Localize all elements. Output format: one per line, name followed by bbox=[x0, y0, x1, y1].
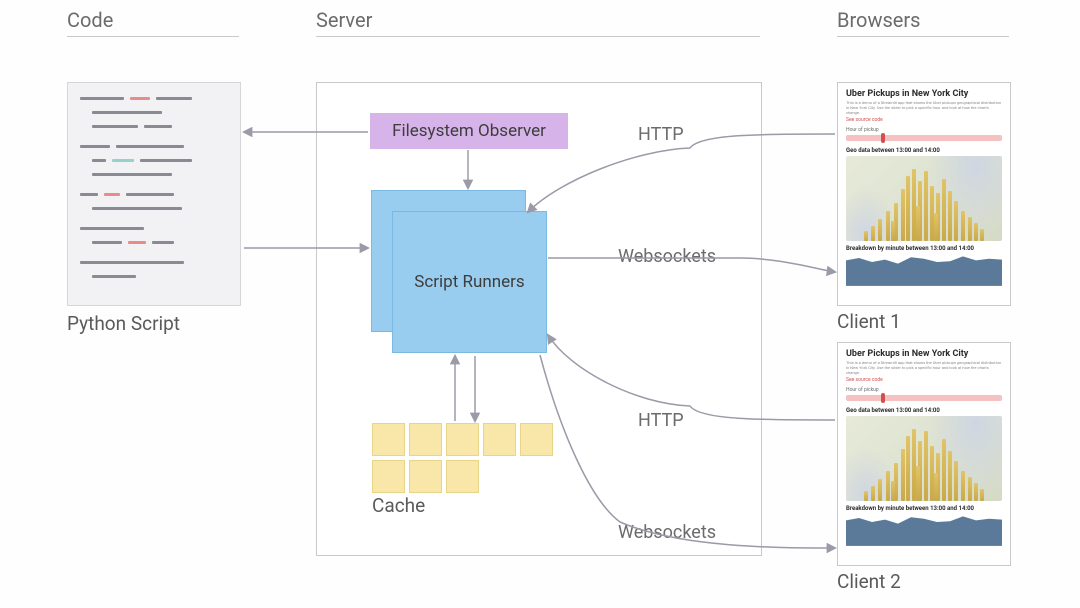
cache-grid bbox=[372, 423, 553, 493]
code-editor-box bbox=[67, 82, 241, 306]
browser-client-2: Uber Pickups in New York City This is a d… bbox=[837, 342, 1011, 566]
browser-map bbox=[846, 156, 1002, 241]
browser-title: Uber Pickups in New York City bbox=[846, 89, 1002, 99]
label-websockets-1: Websockets bbox=[618, 246, 716, 267]
label-http-1: HTTP bbox=[638, 124, 684, 145]
browser-hour-label: Hour of pickup bbox=[846, 387, 1002, 393]
script-runners-label: Script Runners bbox=[414, 272, 524, 292]
section-title-server: Server bbox=[316, 8, 372, 32]
cache-cell bbox=[409, 460, 442, 493]
caption-python-script: Python Script bbox=[67, 312, 180, 335]
browser-slider bbox=[846, 135, 1002, 141]
caption-cache: Cache bbox=[372, 494, 425, 517]
filesystem-observer-label: Filesystem Observer bbox=[392, 121, 546, 141]
browser-desc: This is a demo of a Streamlit app that s… bbox=[846, 101, 1002, 115]
label-websockets-2: Websockets bbox=[618, 522, 716, 543]
browser-source-link: See source code bbox=[846, 117, 1002, 123]
browser-hour-label: Hour of pickup bbox=[846, 127, 1002, 133]
cache-cell bbox=[446, 460, 479, 493]
section-title-code: Code bbox=[67, 8, 113, 32]
cache-cell bbox=[409, 423, 442, 456]
browser-slider bbox=[846, 395, 1002, 401]
browser-minute-chart bbox=[846, 254, 1002, 286]
browser-breakdown-head: Breakdown by minute between 13:00 and 14… bbox=[846, 505, 1002, 512]
cache-cell bbox=[372, 460, 405, 493]
browser-source-link: See source code bbox=[846, 377, 1002, 383]
browser-title: Uber Pickups in New York City bbox=[846, 349, 1002, 359]
browser-minute-chart bbox=[846, 514, 1002, 546]
browser-breakdown-head: Breakdown by minute between 13:00 and 14… bbox=[846, 245, 1002, 252]
divider bbox=[837, 36, 1009, 37]
browser-geo-head: Geo data between 13:00 and 14:00 bbox=[846, 407, 1002, 414]
label-http-2: HTTP bbox=[638, 410, 684, 431]
browser-geo-head: Geo data between 13:00 and 14:00 bbox=[846, 147, 1002, 154]
browser-desc: This is a demo of a Streamlit app that s… bbox=[846, 361, 1002, 375]
filesystem-observer-box: Filesystem Observer bbox=[370, 113, 568, 149]
browser-map bbox=[846, 416, 1002, 501]
divider bbox=[67, 36, 239, 37]
section-title-browsers: Browsers bbox=[837, 8, 921, 32]
caption-client-2: Client 2 bbox=[837, 570, 901, 593]
cache-cell bbox=[372, 423, 405, 456]
caption-client-1: Client 1 bbox=[837, 310, 901, 333]
browser-client-1: Uber Pickups in New York City This is a d… bbox=[837, 82, 1011, 306]
divider bbox=[316, 36, 760, 37]
script-runner-front: Script Runners bbox=[392, 211, 547, 353]
cache-cell bbox=[483, 423, 516, 456]
cache-cell bbox=[446, 423, 479, 456]
cache-cell bbox=[520, 423, 553, 456]
